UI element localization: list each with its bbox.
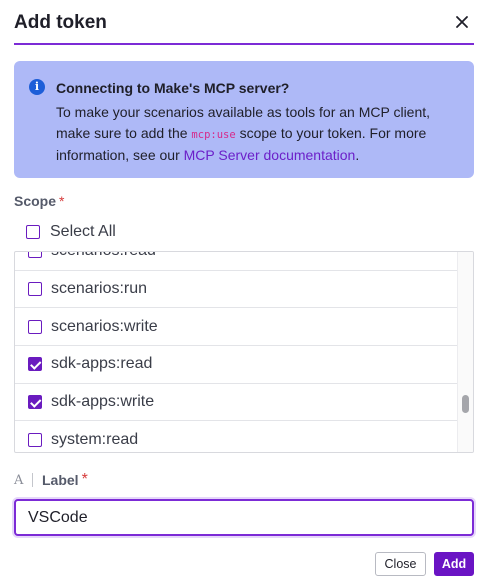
info-icon: i (29, 79, 45, 95)
info-text: . (355, 147, 360, 163)
label-input[interactable] (14, 499, 474, 536)
scope-item-label: sdk-apps:write (51, 393, 155, 411)
close-icon[interactable] (452, 12, 472, 32)
mcp-docs-link[interactable]: MCP Server documentation (184, 147, 356, 163)
divider (32, 473, 33, 487)
add-button[interactable]: Add (434, 552, 474, 576)
scope-label: Scope * (14, 193, 64, 209)
checkbox-icon[interactable] (26, 225, 40, 239)
scope-list-items: scenarios:read scenarios:run scenarios:wri… (15, 252, 458, 452)
scope-item[interactable]: scenarios:write (15, 308, 458, 347)
scope-item[interactable]: sdk-apps:write (15, 384, 458, 422)
label-text: Label (42, 472, 79, 488)
scope-item-label: system:read (51, 430, 139, 448)
checkbox-icon[interactable] (28, 319, 42, 334)
dialog-header: Add token (14, 0, 474, 45)
scope-item[interactable]: system:read (15, 421, 458, 452)
scope-list[interactable]: scenarios:read scenarios:run scenarios:wri… (14, 251, 474, 453)
scope-item-label: scenarios:read (51, 252, 156, 260)
scope-item-label: scenarios:write (51, 317, 158, 335)
scope-label-text: Scope (14, 193, 57, 209)
scope-item[interactable]: sdk-apps:read (15, 346, 458, 384)
scope-code: mcp:use (191, 128, 236, 141)
info-body: To make your scenarios available as tool… (56, 102, 466, 166)
dialog-title: Add token (14, 12, 107, 33)
checkbox-icon[interactable] (28, 252, 42, 259)
text-type-icon: A (14, 472, 24, 488)
scope-item[interactable]: scenarios:read (15, 252, 458, 271)
select-all-checkbox[interactable]: Select All (26, 221, 116, 243)
checkbox-icon[interactable] (28, 282, 42, 297)
scrollbar-thumb[interactable] (462, 395, 469, 413)
scrollbar[interactable] (457, 252, 473, 452)
scope-item-label: sdk-apps:read (51, 355, 153, 373)
mcp-info-banner: i Connecting to Make's MCP server? To ma… (14, 61, 474, 178)
checkbox-checked-icon[interactable] (28, 357, 42, 372)
close-button[interactable]: Close (375, 552, 426, 576)
checkbox-checked-icon[interactable] (28, 395, 42, 410)
checkbox-icon[interactable] (28, 432, 42, 447)
required-mark: * (81, 471, 88, 488)
info-title: Connecting to Make's MCP server? (56, 80, 290, 96)
scope-item-label: scenarios:run (51, 280, 148, 298)
required-mark: * (59, 193, 65, 209)
scope-item[interactable]: scenarios:run (15, 271, 458, 309)
select-all-label: Select All (50, 223, 116, 240)
label-field-label: A Label * (14, 471, 88, 489)
